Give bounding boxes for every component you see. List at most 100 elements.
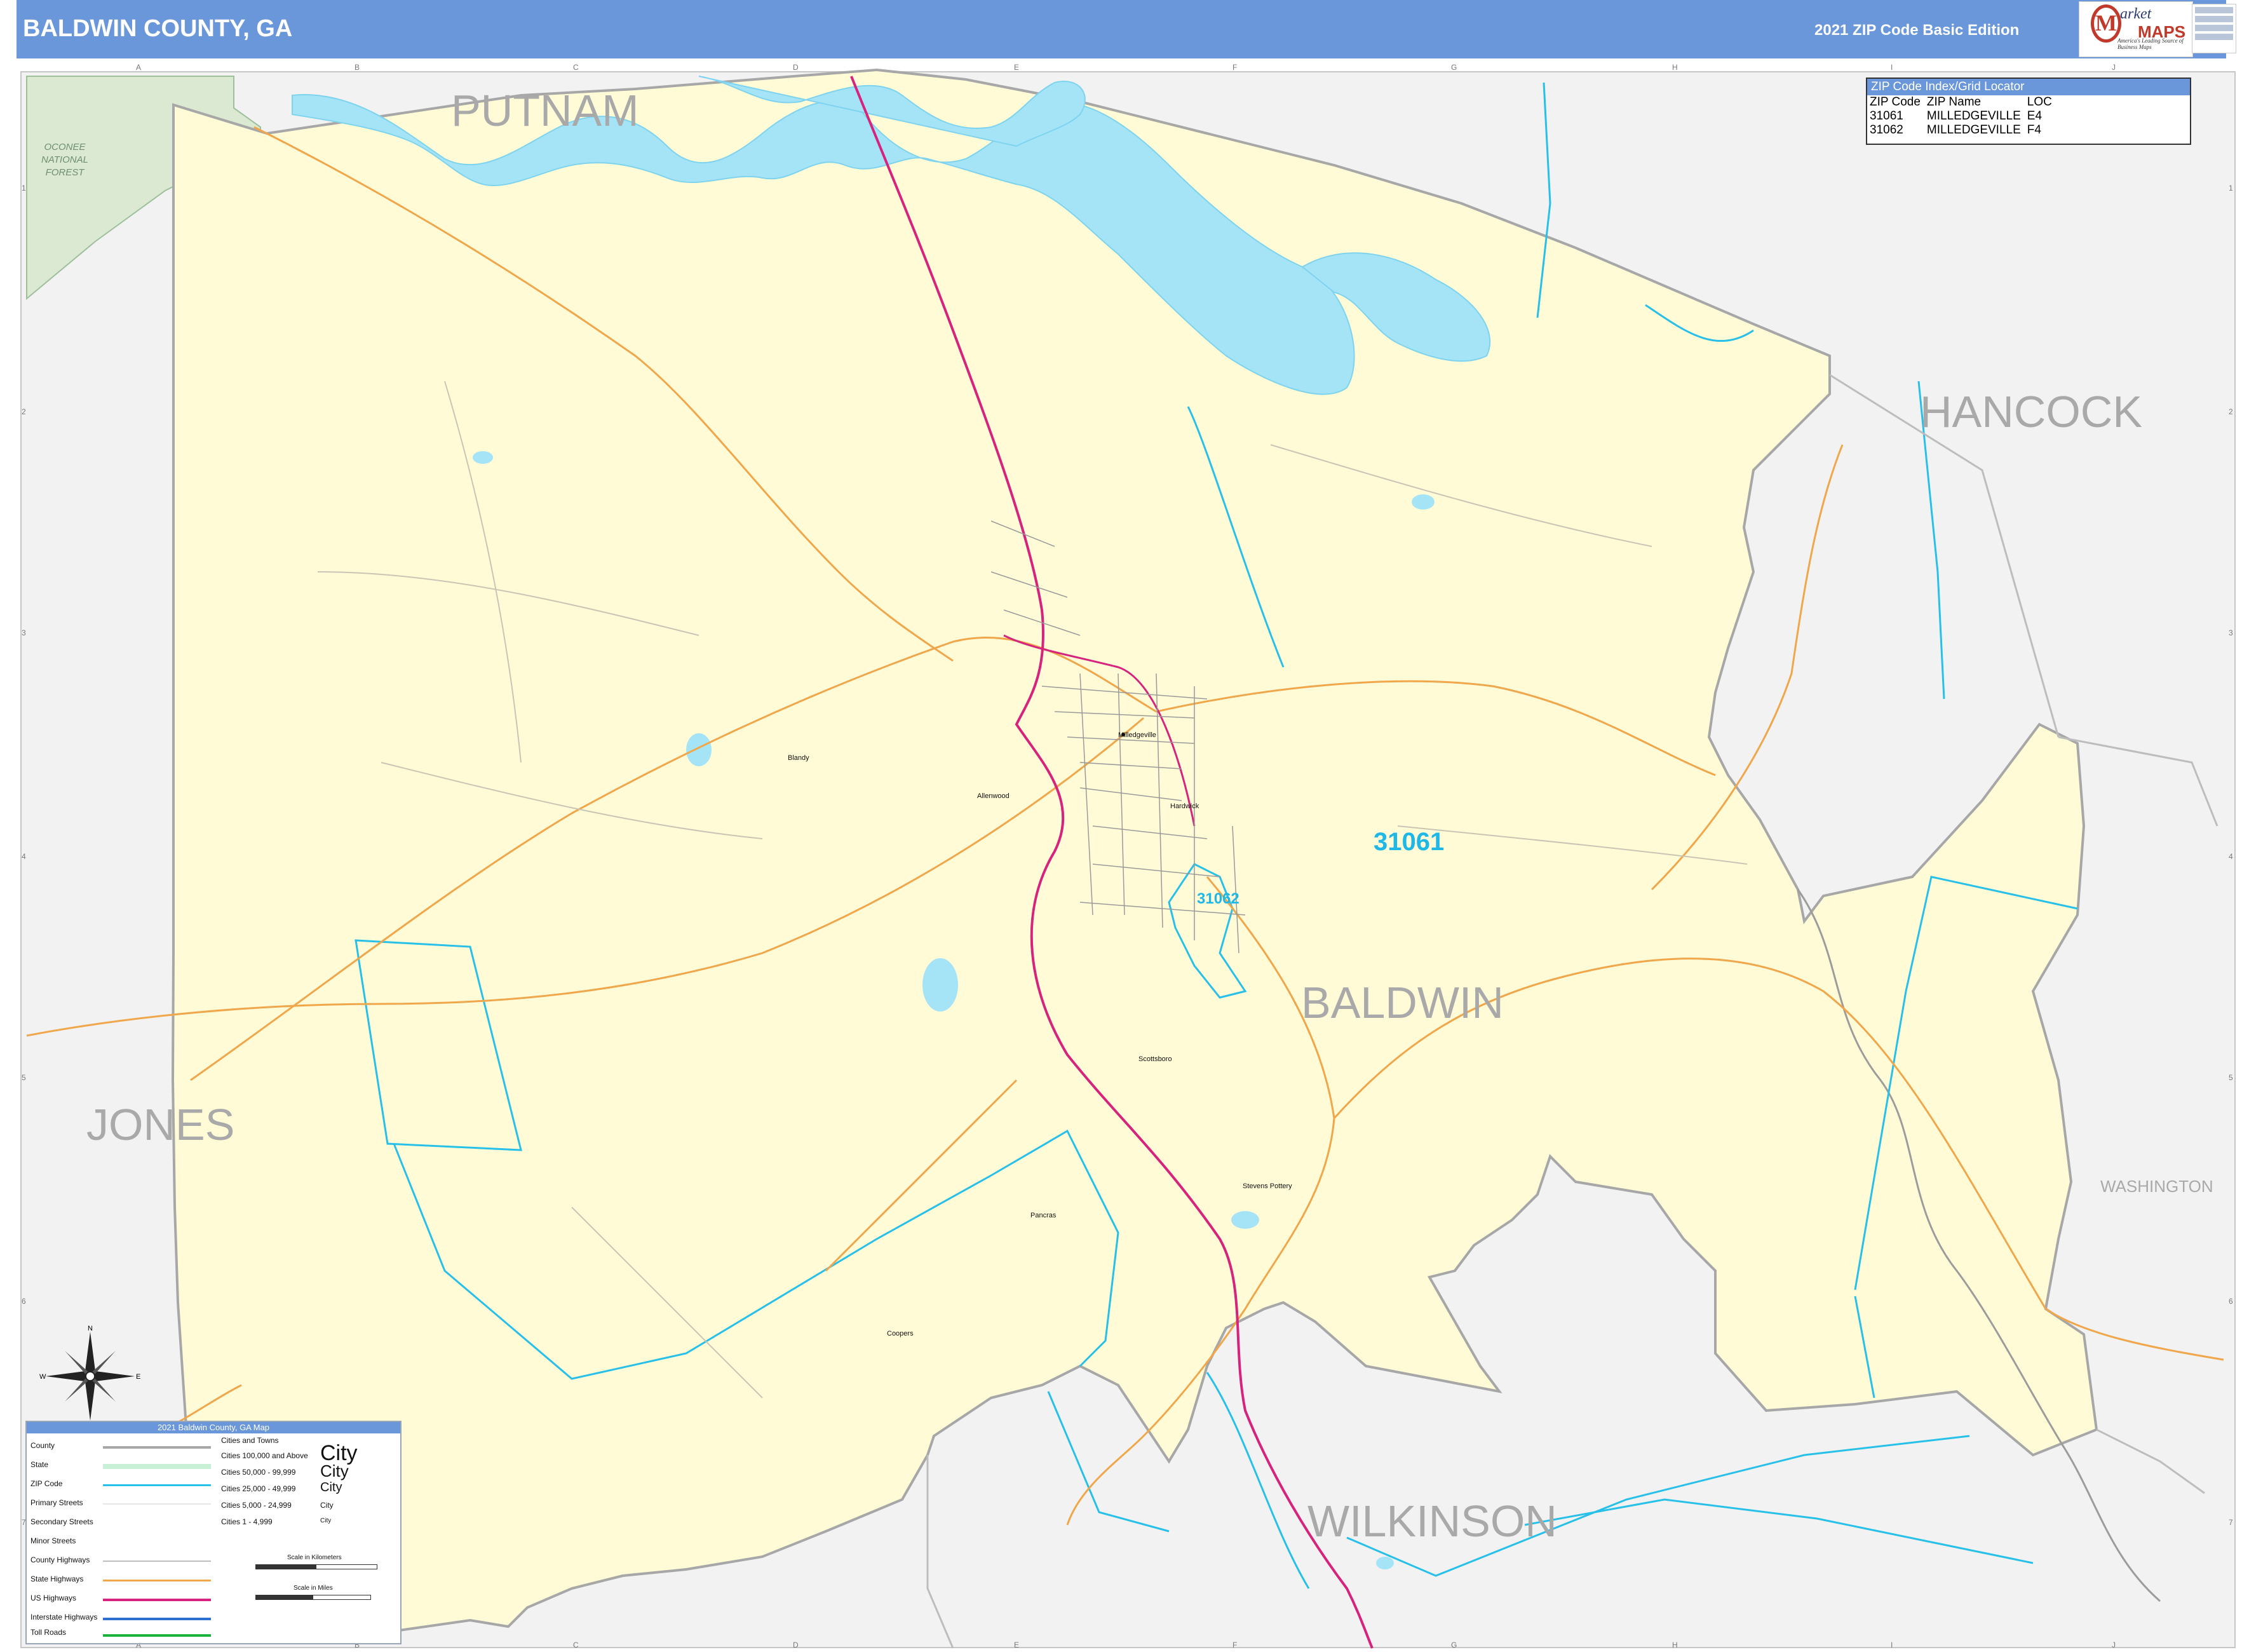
grid-row-label: 2 <box>22 407 26 416</box>
town-label-hardwick: Hardwick <box>1170 802 1199 810</box>
legend-city-class: Cities 100,000 and Above <box>221 1451 308 1460</box>
legend-item-minor-streets: Minor Streets <box>30 1536 76 1545</box>
legend-cities-title: Cities and Towns <box>221 1436 279 1445</box>
legend-item-county: County <box>30 1441 55 1450</box>
map-legend: 2021 Baldwin County, GA Map County State… <box>25 1421 402 1644</box>
grid-col-label: I <box>1891 63 1893 72</box>
grid-col-label: G <box>1451 1641 1457 1649</box>
compass-rose-icon: N S W E <box>39 1325 140 1427</box>
zip-loc-cell: E4 <box>2027 109 2043 123</box>
zip-name-cell: MILLEDGEVILLE <box>1926 123 2021 137</box>
table-row: ZIP Code ZIP Name LOC <box>1870 95 2058 109</box>
grid-row-label: 5 <box>2229 1073 2233 1082</box>
table-row: 31061 MILLEDGEVILLE E4 <box>1870 109 2058 123</box>
legend-swatch-county-hwy <box>103 1561 211 1562</box>
town-label-blandy: Blandy <box>788 754 809 762</box>
zip-code-index: ZIP Code Index/Grid Locator ZIP Code ZIP… <box>1866 78 2191 145</box>
legend-city-glyph: City <box>320 1517 332 1524</box>
grid-col-label: E <box>1014 1641 1019 1649</box>
grid-row-label: 3 <box>22 628 26 637</box>
grid-row-label: 4 <box>22 852 26 861</box>
legend-swatch-interstate <box>103 1618 211 1620</box>
zip-label-31062: 31062 <box>1197 890 1239 907</box>
legend-item-county-highways: County Highways <box>30 1555 90 1564</box>
county-label-hancock: HANCOCK <box>1920 387 2142 437</box>
county-label-putnam: PUTNAM <box>451 86 639 135</box>
grid-row-labels-right: 1 2 3 4 5 6 7 <box>2229 184 2233 1527</box>
table-row: 31062 MILLEDGEVILLE F4 <box>1870 123 2058 137</box>
grid-col-label: D <box>793 63 799 72</box>
legend-swatch-toll <box>103 1634 211 1637</box>
zip-index-header: ZIP Name <box>1926 95 1982 109</box>
zip-name-cell: MILLEDGEVILLE <box>1926 109 2021 123</box>
legend-city-glyph: City <box>320 1461 349 1480</box>
legend-item-us-highways: US Highways <box>30 1594 77 1602</box>
pond <box>922 958 958 1012</box>
legend-scale-km-bar <box>255 1564 377 1569</box>
grid-row-label: 6 <box>22 1297 26 1306</box>
zip-loc-cell: F4 <box>2027 123 2041 137</box>
map-canvas[interactable]: A B C D E F G H I J A B C D E F G H I J … <box>0 0 2242 1652</box>
legend-swatch-state-hwy <box>103 1580 211 1581</box>
legend-item-secondary-streets: Secondary Streets <box>30 1517 93 1526</box>
legend-city-glyph: City <box>320 1480 342 1494</box>
grid-col-label: F <box>1232 63 1237 72</box>
legend-swatch-state <box>103 1464 211 1469</box>
legend-city-class: Cities 5,000 - 24,999 <box>221 1501 292 1510</box>
county-label-washington: WASHINGTON <box>2100 1177 2213 1196</box>
compass-n: N <box>88 1325 93 1332</box>
grid-col-label: J <box>2112 63 2116 72</box>
grid-row-label: 2 <box>2229 407 2233 416</box>
grid-col-label: A <box>136 63 141 72</box>
grid-col-label: I <box>1891 1641 1893 1649</box>
compass-w: W <box>39 1373 46 1381</box>
town-label-pancras: Pancras <box>1030 1212 1057 1219</box>
county-label-wilkinson: WILKINSON <box>1307 1496 1557 1546</box>
grid-row-label: 7 <box>2229 1518 2233 1527</box>
pond <box>1412 494 1435 510</box>
town-label-coopers: Coopers <box>887 1330 914 1337</box>
town-label-milledgeville: Milledgeville <box>1118 731 1156 739</box>
county-label-jones: JONES <box>86 1100 234 1149</box>
grid-column-labels-bottom: A B C D E F G H I J <box>136 1641 2116 1649</box>
forest-label-line: FOREST <box>46 167 86 178</box>
grid-column-labels-top: A B C D E F G H I J <box>136 63 2116 72</box>
legend-swatch-zip <box>103 1484 211 1486</box>
legend-swatch-county <box>103 1446 211 1449</box>
zip-index-table: ZIP Code ZIP Name LOC 31061 MILLEDGEVILL… <box>1870 95 2058 137</box>
pond <box>1231 1211 1259 1229</box>
grid-col-label: F <box>1232 1641 1237 1649</box>
grid-row-labels-left: 1 2 3 4 5 6 7 <box>22 184 26 1527</box>
legend-item-state-highways: State Highways <box>30 1574 84 1583</box>
pond <box>473 451 493 464</box>
zip-code-cell: 31061 <box>1870 109 1903 123</box>
grid-col-label: H <box>1672 1641 1678 1649</box>
zip-index-title: ZIP Code Index/Grid Locator <box>1867 79 2190 95</box>
grid-col-label: C <box>573 63 579 72</box>
legend-item-zip: ZIP Code <box>30 1479 63 1488</box>
legend-city-class: Cities 25,000 - 49,999 <box>221 1484 296 1493</box>
forest-label-line: OCONEE <box>44 142 86 152</box>
legend-item-state: State <box>30 1460 49 1469</box>
zip-label-31061: 31061 <box>1374 828 1444 856</box>
legend-item-primary-streets: Primary Streets <box>30 1498 83 1507</box>
legend-item-interstate: Interstate Highways <box>30 1613 98 1622</box>
legend-scale-mi-bar <box>255 1595 371 1600</box>
compass-e: E <box>136 1373 140 1381</box>
legend-city-glyph: City <box>320 1501 334 1510</box>
county-label-baldwin: BALDWIN <box>1301 978 1504 1027</box>
grid-col-label: D <box>793 1641 799 1649</box>
baldwin-county-area <box>171 68 2098 1641</box>
grid-row-label: 4 <box>2229 852 2233 861</box>
legend-title: 2021 Baldwin County, GA Map <box>27 1422 400 1433</box>
town-label-stevens-pottery: Stevens Pottery <box>1243 1182 1292 1190</box>
town-label-scottsboro: Scottsboro <box>1138 1055 1172 1063</box>
grid-row-label: 3 <box>2229 628 2233 637</box>
pond <box>1376 1557 1394 1569</box>
legend-city-class: Cities 1 - 4,999 <box>221 1517 273 1526</box>
pond <box>686 733 712 766</box>
town-label-allenwood: Allenwood <box>977 792 1010 800</box>
grid-row-label: 5 <box>22 1073 26 1082</box>
legend-swatch-us-hwy <box>103 1599 211 1601</box>
forest-label-line: NATIONAL <box>41 154 88 165</box>
